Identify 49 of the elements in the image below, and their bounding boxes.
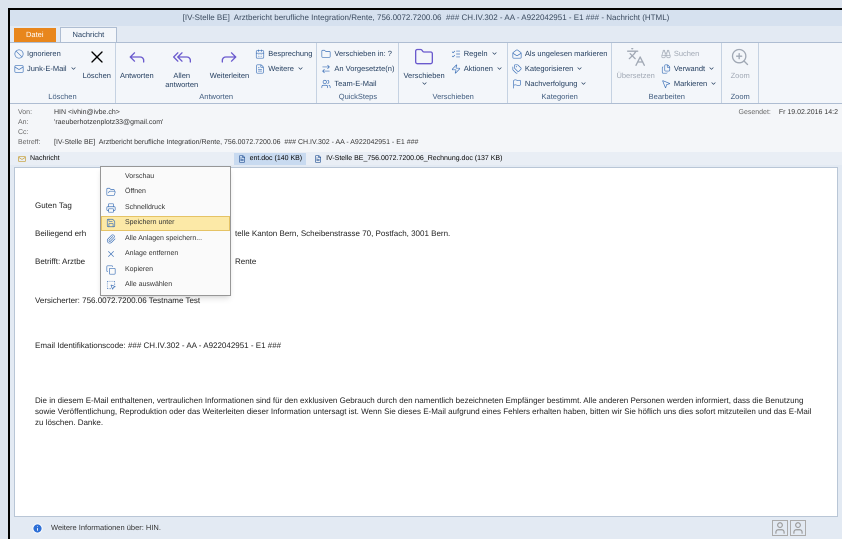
body-text: telle Kanton Bern, Scheibenstrasse 70, Postfach, 3001 Bern. (235, 228, 450, 239)
zoom-icon (730, 47, 750, 67)
document-icon (238, 154, 246, 162)
binoculars-icon (660, 48, 671, 58)
printer-icon (106, 202, 116, 213)
body-text: Die in diesem E-Mail enthaltenen, vertraulichen Informationen sind für den exklusiven Gebrauch durch den namentlich bezeichneten Empfänger bestimmt. Alle anderen Personen werden informiert, dass die Benutzung sowie Veröffentlichung, Reproduktion oder das Weiterleiten dieser Information untersagt ist. Wenn Sie dieses E-Mail aufgrund eines Fehlers erhalten haben, bitten wir Sie höflich uns dies sofort mitzuteilen und das E-Mail zu löschen. Danke. (35, 395, 812, 428)
envelope-icon (512, 48, 522, 58)
tags-icon (512, 64, 522, 74)
caret-icon (296, 65, 304, 72)
ignore-icon (14, 48, 24, 58)
body-text: Beiliegend erh (35, 229, 86, 238)
checklist-icon (450, 48, 461, 58)
document-icon (314, 154, 322, 162)
caret-icon (580, 80, 588, 87)
pointer-icon (660, 78, 671, 88)
window-title: [IV-Stelle BE] Arztbericht berufliche Integration/Rente, 756.0072.7200.06 ### CH.IV.302 - AA - A922042951 - E1 ### - Nachricht (HTML) (182, 12, 670, 24)
caret-icon (420, 80, 428, 87)
documents-icon (660, 64, 671, 74)
caret-icon (496, 65, 503, 72)
paperclip-icon (106, 234, 116, 244)
person-icon[interactable] (790, 520, 806, 536)
selection-icon (106, 280, 116, 290)
close-icon (106, 249, 116, 260)
caret-icon (576, 65, 584, 72)
body-text: Email Identifikationscode: ### CH.IV.302 - AA - A922042951 - E1 ### (35, 340, 282, 351)
caret-icon (708, 65, 716, 72)
arrows-icon (321, 64, 332, 74)
document-icon (255, 64, 266, 74)
lightning-icon (450, 64, 461, 74)
people-icon (321, 78, 332, 88)
body-text: Rente (235, 256, 256, 267)
body-text: Betrifft: Arztbe (35, 257, 86, 266)
person-icon[interactable] (772, 520, 788, 536)
body-text: Guten Tag (35, 200, 72, 211)
copy-icon (106, 264, 116, 275)
translate-icon (626, 47, 646, 67)
folder-icon (414, 47, 434, 67)
envelope-icon (18, 154, 26, 162)
caret-icon (710, 80, 718, 87)
folder-icon (106, 187, 116, 198)
body-text: Versicherter: 756.0072.7200.06 Testname Test (35, 295, 200, 306)
info-icon (32, 522, 43, 534)
caret-icon (70, 65, 77, 72)
calendar-icon (255, 48, 266, 58)
flag-icon (512, 78, 522, 88)
save-icon (106, 218, 116, 228)
caret-icon (490, 50, 498, 57)
envelope-icon (14, 64, 24, 74)
folder-icon (321, 48, 332, 58)
